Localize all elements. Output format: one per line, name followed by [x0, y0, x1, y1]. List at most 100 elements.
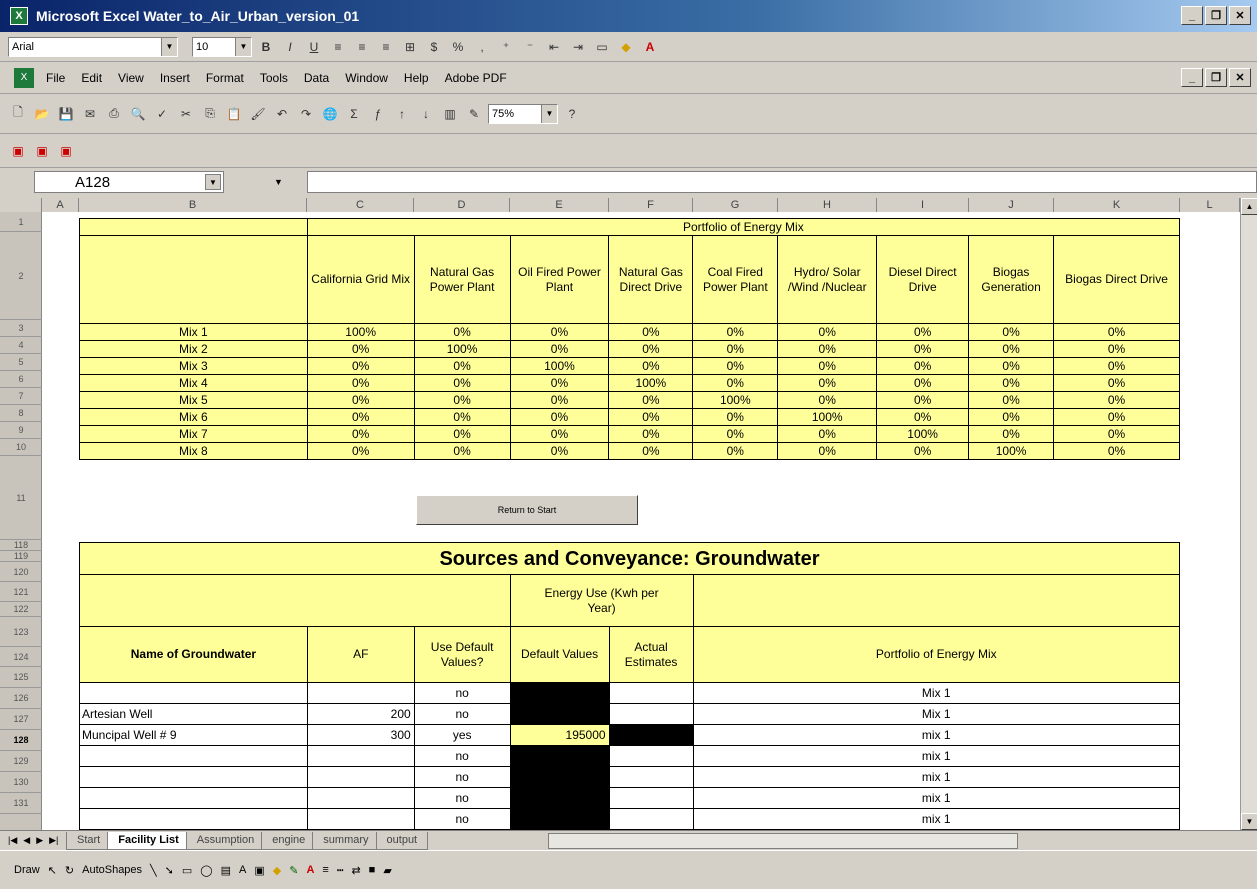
af-cell[interactable] — [306, 745, 415, 767]
af-cell[interactable] — [306, 766, 415, 788]
percent-icon[interactable]: % — [448, 37, 468, 57]
row-header[interactable]: 121 — [0, 582, 42, 602]
portfolio-mix-cell[interactable]: mix 1 — [692, 745, 1181, 767]
pdf-review-icon[interactable]: ▣ — [56, 141, 76, 161]
actual-estimate-cell[interactable] — [608, 682, 694, 704]
select-all-corner[interactable] — [0, 198, 42, 212]
use-default-cell[interactable]: yes — [413, 724, 511, 746]
mix-value-cell[interactable]: 0% — [608, 442, 694, 460]
af-cell[interactable]: 200 — [306, 703, 415, 725]
rotate-icon[interactable]: ↻ — [65, 864, 74, 877]
actual-estimates-header[interactable]: Actual Estimates — [608, 626, 694, 683]
doc-restore-button[interactable]: ❐ — [1205, 68, 1227, 87]
formula-input[interactable] — [307, 171, 1257, 193]
column-header[interactable]: I — [877, 198, 969, 212]
hyperlink-icon[interactable]: 🌐 — [320, 104, 340, 124]
mix-value-cell[interactable]: 100% — [876, 425, 970, 443]
blank-cell[interactable] — [79, 235, 308, 324]
mix-value-cell[interactable]: 0% — [876, 340, 970, 358]
font-color-icon[interactable]: A — [306, 864, 314, 876]
mix-column-header[interactable]: Natural Gas Power Plant — [413, 235, 511, 324]
row-header[interactable]: 124 — [0, 647, 42, 667]
draw-menu[interactable]: Draw — [14, 864, 40, 876]
mix-column-header[interactable]: Biogas Direct Drive — [1053, 235, 1180, 324]
email-icon[interactable]: ✉ — [80, 104, 100, 124]
doc-close-button[interactable]: ✕ — [1229, 68, 1251, 87]
font-color-icon[interactable]: A — [640, 37, 660, 57]
help-icon[interactable]: ? — [562, 104, 582, 124]
mix-value-cell[interactable]: 0% — [876, 408, 970, 426]
mix-value-cell[interactable]: 0% — [692, 374, 779, 392]
column-header[interactable]: G — [693, 198, 778, 212]
mix-value-cell[interactable]: 0% — [692, 340, 779, 358]
new-icon[interactable]: 🗋 — [8, 104, 28, 124]
default-value-cell[interactable] — [509, 745, 610, 767]
borders-icon[interactable]: ▭ — [592, 37, 612, 57]
tab-facility-list[interactable]: Facility List — [107, 831, 190, 850]
portfolio-mix-cell[interactable]: Mix 1 — [692, 682, 1181, 704]
vertical-scrollbar[interactable]: ▲ ▼ — [1240, 198, 1257, 830]
mix-value-cell[interactable]: 0% — [413, 442, 511, 460]
chevron-down-icon[interactable]: ▼ — [161, 37, 177, 56]
3d-icon[interactable]: ▰ — [383, 864, 391, 877]
chevron-down-icon[interactable]: ▼ — [541, 104, 557, 123]
mix-value-cell[interactable]: 0% — [692, 357, 779, 375]
default-values-header[interactable]: Default Values — [509, 626, 610, 683]
column-header[interactable]: A — [42, 198, 79, 212]
menu-edit[interactable]: Edit — [81, 71, 102, 85]
column-header[interactable]: D — [414, 198, 510, 212]
blank-cell[interactable] — [79, 574, 511, 627]
first-sheet-icon[interactable]: |◀ — [8, 835, 17, 846]
mix-value-cell[interactable]: 0% — [876, 391, 970, 409]
last-sheet-icon[interactable]: ▶| — [49, 835, 58, 846]
menu-format[interactable]: Format — [206, 71, 244, 85]
textbox-icon[interactable]: ▤ — [221, 864, 231, 877]
align-center-icon[interactable]: ≡ — [352, 37, 372, 57]
spelling-icon[interactable]: ✓ — [152, 104, 172, 124]
mix-value-cell[interactable]: 0% — [1053, 374, 1180, 392]
line-style-icon[interactable]: ≡ — [322, 864, 328, 876]
mix-value-cell[interactable]: 0% — [608, 408, 694, 426]
row-header[interactable]: 130 — [0, 772, 42, 793]
menu-tools[interactable]: Tools — [260, 71, 288, 85]
row-header[interactable]: 128 — [0, 730, 42, 751]
row-header[interactable]: 7 — [0, 388, 42, 405]
portfolio-mix-cell[interactable]: Mix 1 — [692, 703, 1181, 725]
mix-value-cell[interactable]: 0% — [692, 323, 779, 341]
return-to-start-button[interactable]: Return to Start — [416, 495, 638, 525]
fill-color-icon[interactable]: ◆ — [616, 37, 636, 57]
mix-name-cell[interactable]: Mix 6 — [79, 408, 308, 426]
restore-button[interactable]: ❐ — [1205, 6, 1227, 25]
menu-window[interactable]: Window — [345, 71, 388, 85]
af-header[interactable]: AF — [306, 626, 415, 683]
line-icon[interactable]: ╲ — [150, 864, 157, 877]
chevron-down-icon[interactable]: ▼ — [235, 37, 251, 56]
energy-use-header[interactable]: Energy Use (Kwh per Year) — [509, 574, 694, 627]
open-icon[interactable]: 📂 — [32, 104, 52, 124]
row-header[interactable]: 9 — [0, 422, 42, 439]
mix-value-cell[interactable]: 0% — [608, 340, 694, 358]
default-value-cell[interactable] — [509, 766, 610, 788]
decrease-decimal-icon[interactable]: ⁻ — [520, 37, 540, 57]
column-header[interactable]: C — [307, 198, 414, 212]
mix-value-cell[interactable]: 0% — [509, 425, 610, 443]
dash-style-icon[interactable]: ┅ — [337, 864, 344, 877]
mix-value-cell[interactable]: 0% — [777, 357, 878, 375]
name-header[interactable]: Name of Groundwater — [79, 626, 308, 683]
horizontal-scrollbar[interactable] — [548, 832, 1019, 849]
line-color-icon[interactable]: ✎ — [289, 864, 298, 877]
mix-value-cell[interactable]: 0% — [777, 425, 878, 443]
clipart-icon[interactable]: ▣ — [254, 864, 264, 877]
mix-name-cell[interactable]: Mix 4 — [79, 374, 308, 392]
italic-icon[interactable]: I — [280, 37, 300, 57]
use-default-cell[interactable]: no — [413, 703, 511, 725]
mix-value-cell[interactable]: 0% — [509, 408, 610, 426]
column-header[interactable]: H — [778, 198, 877, 212]
mix-value-cell[interactable]: 100% — [968, 442, 1055, 460]
mix-table-title[interactable]: Portfolio of Energy Mix — [306, 218, 1181, 236]
sort-descending-icon[interactable]: ↓ — [416, 104, 436, 124]
default-value-cell[interactable] — [509, 787, 610, 809]
mix-value-cell[interactable]: 0% — [413, 408, 511, 426]
mix-value-cell[interactable]: 0% — [306, 442, 415, 460]
use-default-cell[interactable]: no — [413, 787, 511, 809]
